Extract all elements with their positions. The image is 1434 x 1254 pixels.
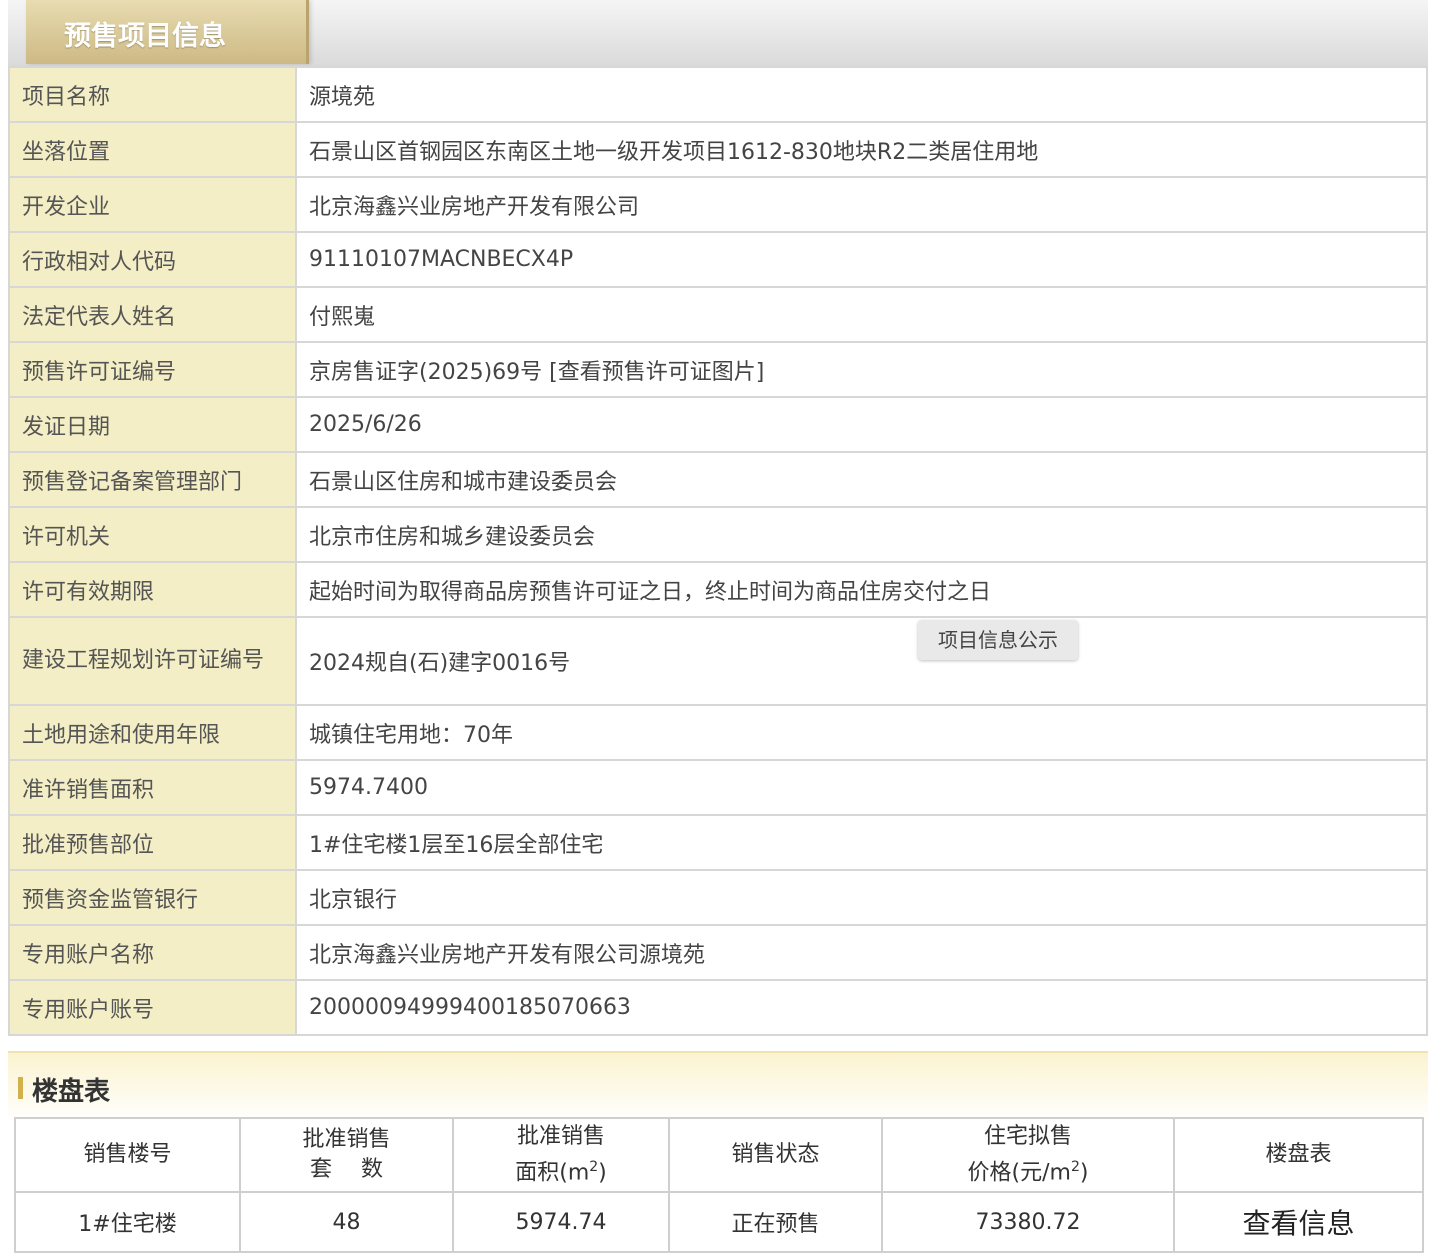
project-info-tooltip: 项目信息公示 [918,620,1078,660]
row-label: 预售登记备案管理部门 [8,451,297,508]
row-label: 批准预售部位 [8,814,297,871]
row-value: 5974.7400 [295,759,1428,816]
row-value: 起始时间为取得商品房预售许可证之日，终止时间为商品住房交付之日 [295,561,1428,618]
row-label: 项目名称 [8,66,297,123]
table-row: 法定代表人姓名 付熙嵬 [8,286,1428,343]
title-accent-bar [18,1077,23,1099]
row-label: 法定代表人姓名 [8,286,297,343]
table-row: 坐落位置 石景山区首钢园区东南区土地一级开发项目1612-830地块R2二类居住用… [8,121,1428,178]
row-label: 许可有效期限 [8,561,297,618]
table-row: 行政相对人代码 91110107MACNBECX4P [8,231,1428,288]
col-header-table: 楼盘表 [1173,1117,1424,1193]
table-row: 建设工程规划许可证编号 2024规自(石)建字0016号 [8,616,1428,706]
col-header-status: 销售状态 [668,1117,883,1193]
table-row: 项目名称 源境苑 [8,66,1428,123]
row-label: 专用账户名称 [8,924,297,981]
row-value: 91110107MACNBECX4P [295,231,1428,288]
row-label: 建设工程规划许可证编号 [8,616,297,706]
row-value: 2024规自(石)建字0016号 [295,616,1428,706]
cell-price: 73380.72 [881,1191,1175,1253]
building-table: 销售楼号 批准销售套 数 批准销售 面积(m2) 销售状态 住宅拟售 价格(元/m2… [14,1117,1424,1253]
row-value: 北京海鑫兴业房地产开发有限公司源境苑 [295,924,1428,981]
table-row: 预售资金监管银行 北京银行 [8,869,1428,926]
permit-number: 京房售证字(2025)69号 [309,359,543,385]
row-label: 预售许可证编号 [8,341,297,398]
tab-title: 预售项目信息 [64,21,226,52]
table-row: 批准预售部位 1#住宅楼1层至16层全部住宅 [8,814,1428,871]
cell-area: 5974.74 [452,1191,670,1253]
table-row: 土地用途和使用年限 城镇住宅用地：70年 [8,704,1428,761]
row-value: 北京海鑫兴业房地产开发有限公司 [295,176,1428,233]
row-value: 北京银行 [295,869,1428,926]
col-header-price: 住宅拟售 价格(元/m2) [881,1117,1175,1193]
table-row: 预售许可证编号 京房售证字(2025)69号 [查看预售许可证图片] [8,341,1428,398]
table-row: 发证日期 2025/6/26 [8,396,1428,453]
col-header-building: 销售楼号 [14,1117,241,1193]
row-value: 20000094999400185070663 [295,979,1428,1036]
table-row: 专用账户账号 20000094999400185070663 [8,979,1428,1036]
row-label: 行政相对人代码 [8,231,297,288]
row-label: 专用账户账号 [8,979,297,1036]
row-value: 石景山区住房和城市建设委员会 [295,451,1428,508]
row-label: 坐落位置 [8,121,297,178]
table-row: 预售登记备案管理部门 石景山区住房和城市建设委员会 [8,451,1428,508]
tab-presale-project-info[interactable]: 预售项目信息 [26,0,309,64]
row-value: 付熙嵬 [295,286,1428,343]
cell-units: 48 [239,1191,454,1253]
table-row: 开发企业 北京海鑫兴业房地产开发有限公司 [8,176,1428,233]
table-row: 许可有效期限 起始时间为取得商品房预售许可证之日，终止时间为商品住房交付之日 [8,561,1428,618]
row-label: 许可机关 [8,506,297,563]
cell-building: 1#住宅楼 [14,1191,241,1253]
row-value: 京房售证字(2025)69号 [查看预售许可证图片] [295,341,1428,398]
table-row: 专用账户名称 北京海鑫兴业房地产开发有限公司源境苑 [8,924,1428,981]
row-label: 准许销售面积 [8,759,297,816]
view-info-link[interactable]: 查看信息 [1173,1191,1424,1253]
table-row: 许可机关 北京市住房和城乡建设委员会 [8,506,1428,563]
header-tab-strip: 预售项目信息 [8,0,1428,66]
col-header-units: 批准销售套 数 [239,1117,454,1193]
row-value: 1#住宅楼1层至16层全部住宅 [295,814,1428,871]
row-label: 预售资金监管银行 [8,869,297,926]
row-label: 发证日期 [8,396,297,453]
row-value: 2025/6/26 [295,396,1428,453]
section-title-text: 楼盘表 [32,1077,111,1107]
row-value: 城镇住宅用地：70年 [295,704,1428,761]
view-permit-image-link[interactable]: [查看预售许可证图片] [549,360,764,385]
row-value: 石景山区首钢园区东南区土地一级开发项目1612-830地块R2二类居住用地 [295,121,1428,178]
cell-status: 正在预售 [668,1191,883,1253]
row-label: 开发企业 [8,176,297,233]
table-row: 准许销售面积 5974.7400 [8,759,1428,816]
table-row: 1#住宅楼 48 5974.74 正在预售 73380.72 查看信息 [14,1191,1424,1253]
table-header-row: 销售楼号 批准销售套 数 批准销售 面积(m2) 销售状态 住宅拟售 价格(元/m2… [14,1117,1424,1193]
project-info-table: 项目名称 源境苑 坐落位置 石景山区首钢园区东南区土地一级开发项目1612-830地… [8,66,1428,1036]
row-value: 北京市住房和城乡建设委员会 [295,506,1428,563]
row-value: 源境苑 [295,66,1428,123]
row-label: 土地用途和使用年限 [8,704,297,761]
col-header-area: 批准销售 面积(m2) [452,1117,670,1193]
